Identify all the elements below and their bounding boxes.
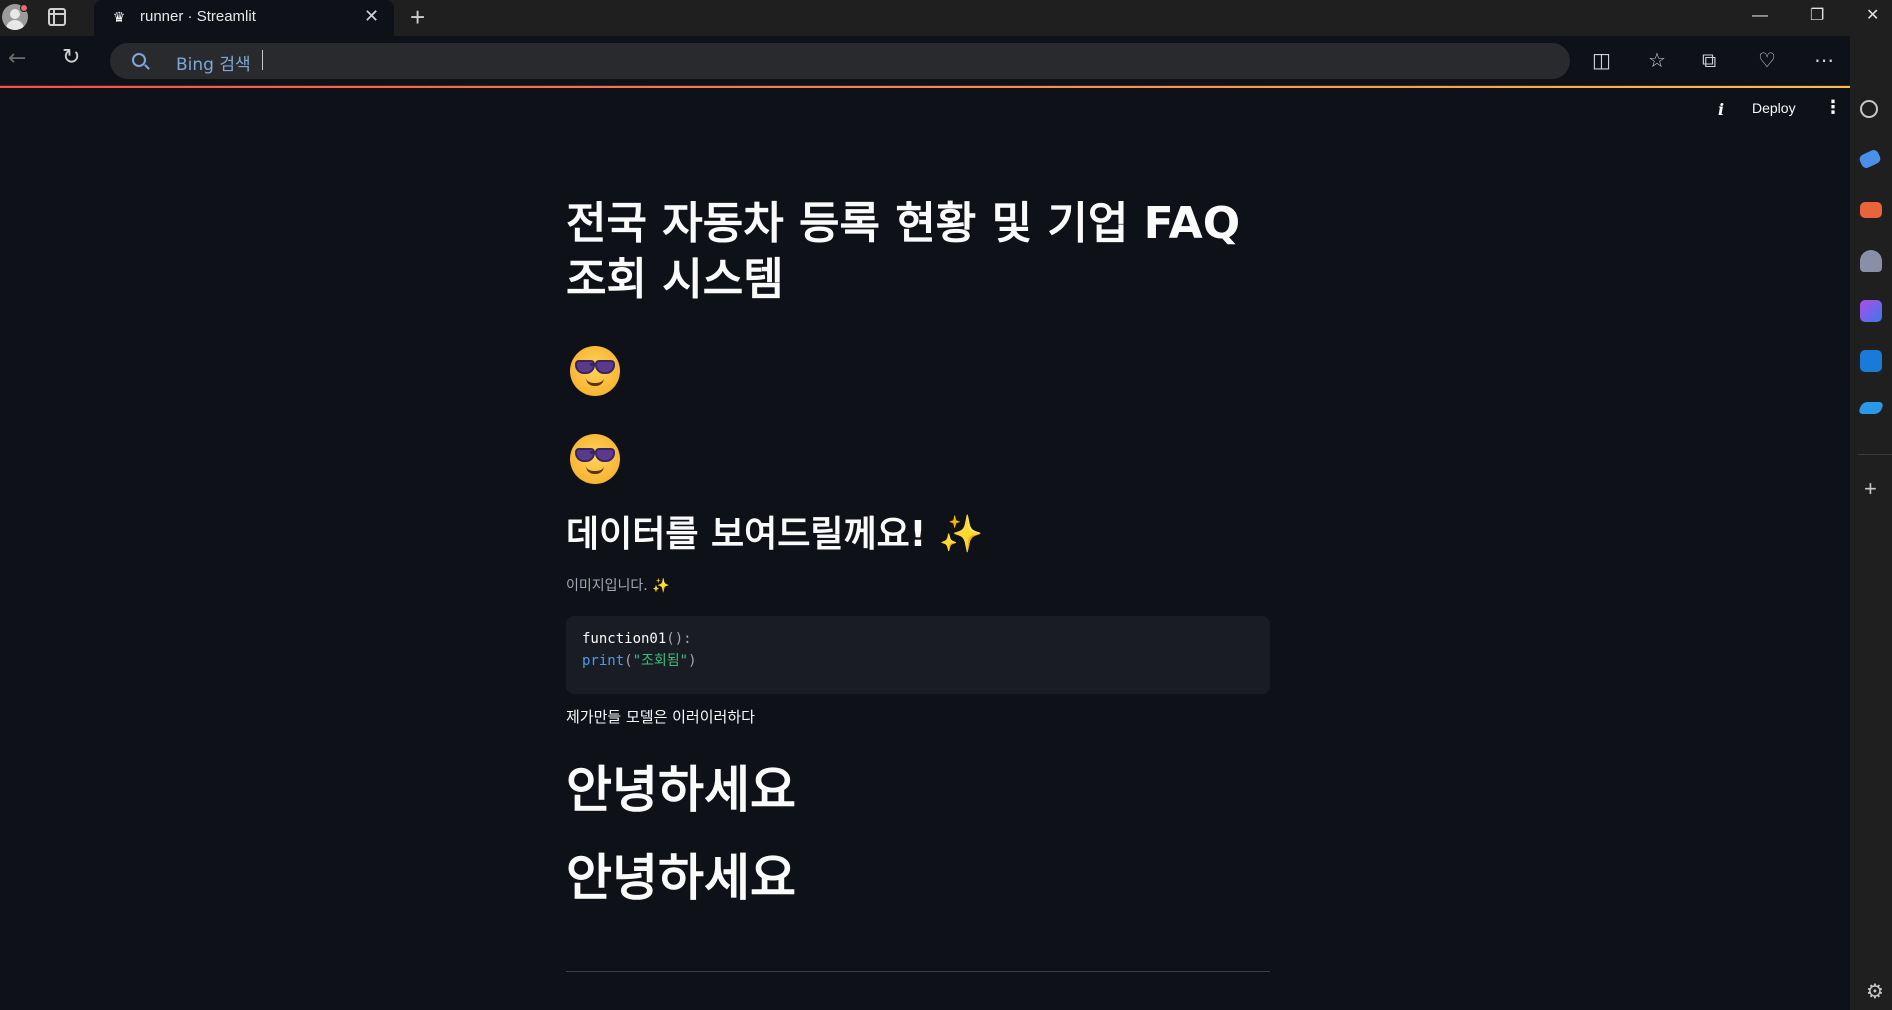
address-input[interactable]: Bing 검색 bbox=[176, 50, 251, 75]
sidebar-search-icon[interactable] bbox=[1860, 100, 1878, 118]
text-caret bbox=[262, 50, 263, 70]
browser-tab-bar: ♛ runner · Streamlit ✕ + — ❐ ✕ bbox=[0, 0, 1892, 36]
sunglasses-emoji-icon bbox=[570, 434, 620, 484]
search-icon bbox=[132, 53, 146, 67]
back-arrow-icon[interactable]: ← bbox=[8, 46, 26, 72]
browser-essentials-icon[interactable]: ♡ bbox=[1758, 48, 1776, 72]
sidebar-tools-icon[interactable] bbox=[1860, 202, 1882, 218]
notification-dot bbox=[20, 4, 28, 12]
code-line: function01(): bbox=[582, 631, 692, 647]
address-bar[interactable]: Bing 검색 bbox=[110, 43, 1570, 79]
favorites-icon[interactable]: ☆ bbox=[1648, 48, 1666, 72]
new-tab-button[interactable]: + bbox=[410, 2, 425, 32]
sidebar-games-icon[interactable] bbox=[1860, 250, 1882, 272]
paragraph: 제가만들 모델은 이러이러하다 bbox=[566, 708, 755, 726]
reload-icon[interactable]: ↻ bbox=[62, 45, 80, 71]
edge-sidebar: + ⚙ bbox=[1850, 36, 1892, 1010]
sidebar-settings-icon[interactable]: ⚙ bbox=[1866, 980, 1884, 1002]
tab-title: runner · Streamlit bbox=[140, 8, 256, 25]
sidebar-send-icon[interactable] bbox=[1857, 402, 1885, 414]
browser-tab[interactable]: ♛ runner · Streamlit ✕ bbox=[94, 0, 394, 36]
tab-close-icon[interactable]: ✕ bbox=[364, 7, 379, 27]
caption: 이미지입니다. ✨ bbox=[566, 578, 670, 594]
minimize-button[interactable]: — bbox=[1752, 6, 1768, 26]
subheader: 데이터를 보여드릴께요! ✨ bbox=[566, 514, 984, 555]
more-icon[interactable]: ⋯ bbox=[1814, 48, 1834, 72]
sidebar-outlook-icon[interactable] bbox=[1860, 350, 1882, 372]
streamlit-favicon-icon: ♛ bbox=[112, 10, 126, 26]
code-block: function01(): print("조회됨") bbox=[566, 616, 1270, 694]
code-line: print("조회됨") bbox=[582, 653, 697, 669]
close-window-button[interactable]: ✕ bbox=[1866, 6, 1879, 26]
page-title: 전국 자동차 등록 현황 및 기업 FAQ 조회 시스템 bbox=[566, 198, 1241, 305]
split-screen-icon[interactable]: ◫ bbox=[1592, 48, 1611, 72]
sidebar-add-icon[interactable]: + bbox=[1864, 478, 1877, 500]
heading-hello-2: 안녕하세요 bbox=[566, 849, 796, 907]
info-icon[interactable]: i bbox=[1718, 100, 1724, 119]
tab-actions-icon[interactable] bbox=[48, 8, 66, 26]
streamlit-app: i Deploy ⋮ 전국 자동차 등록 현황 및 기업 FAQ 조회 시스템 … bbox=[0, 88, 1850, 1010]
sunglasses-emoji-icon bbox=[570, 346, 620, 396]
sidebar-shopping-icon[interactable] bbox=[1857, 148, 1883, 170]
sidebar-divider bbox=[1858, 454, 1892, 455]
main-menu-icon[interactable]: ⋮ bbox=[1824, 98, 1842, 118]
browser-toolbar: ← ↻ Bing 검색 ◫ ☆ ⧉ ♡ ⋯ bbox=[0, 36, 1892, 86]
sidebar-office-icon[interactable] bbox=[1860, 300, 1882, 322]
divider bbox=[566, 971, 1270, 972]
deploy-button[interactable]: Deploy bbox=[1752, 100, 1796, 116]
collections-icon[interactable]: ⧉ bbox=[1702, 48, 1716, 72]
heading-hello-1: 안녕하세요 bbox=[566, 761, 796, 819]
restore-button[interactable]: ❐ bbox=[1810, 6, 1824, 26]
